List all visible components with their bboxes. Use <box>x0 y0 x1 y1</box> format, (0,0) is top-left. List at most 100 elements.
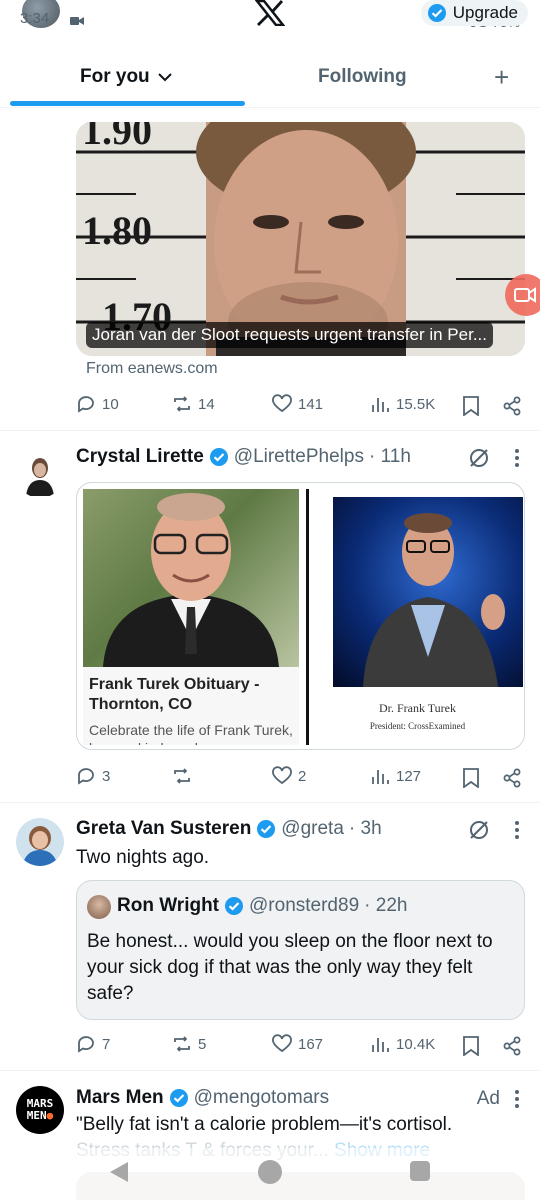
link-card-image[interactable]: 1.90 1.80 1.70 Joran van der Sloot reque… <box>76 122 525 356</box>
recent-apps-icon[interactable] <box>410 1161 430 1181</box>
author-name[interactable]: Greta Van Susteren <box>76 818 251 840</box>
tab-for-you[interactable]: For you <box>80 66 172 88</box>
author-name[interactable]: Crystal Lirette <box>76 446 204 468</box>
repost-icon <box>174 768 190 784</box>
add-tab-icon[interactable]: + <box>494 62 509 93</box>
views-button[interactable]: 127 <box>370 766 421 786</box>
avatar-crystal-lirette[interactable] <box>16 450 64 498</box>
views-chart-icon <box>372 398 389 412</box>
author-name[interactable]: Mars Men <box>76 1087 164 1109</box>
avatar-mars-men[interactable]: MARS MEN● <box>16 1086 64 1134</box>
reply-icon <box>78 1036 94 1053</box>
more-options-icon[interactable] <box>514 821 520 839</box>
link-card-caption: Joran van der Sloot requests urgent tran… <box>86 322 493 348</box>
views-button[interactable]: 10.4K <box>370 1034 435 1054</box>
upgrade-button[interactable]: Upgrade <box>420 0 528 26</box>
repost-count: 5 <box>198 1035 207 1053</box>
screen-record-button[interactable] <box>505 274 540 316</box>
like-count: 167 <box>298 1035 324 1053</box>
card-divider <box>306 489 309 745</box>
views-count: 15.5K <box>396 395 436 413</box>
obituary-title: Frank Turek Obituary - Thornton, CO <box>89 676 260 713</box>
views-chart-icon <box>372 770 389 784</box>
verified-badge-icon <box>169 1089 188 1107</box>
quote-header: Ron Wright @ronsterd89 · 22h <box>117 895 407 917</box>
quote-text: Be honest... would you sleep on the floo… <box>87 931 493 1004</box>
quote-author-handle: @ronsterd89 <box>249 895 360 916</box>
heart-icon <box>272 1034 292 1053</box>
like-button[interactable]: 167 <box>272 1034 323 1054</box>
quoted-post[interactable]: Ron Wright @ronsterd89 · 22h Be honest..… <box>76 880 525 1020</box>
frank-turek-card[interactable]: Frank Turek Obituary - Thornton, CO Cele… <box>76 482 525 750</box>
video-record-icon <box>70 17 84 25</box>
share-icon[interactable] <box>502 396 522 416</box>
views-button[interactable]: 15.5K <box>370 394 435 414</box>
active-tab-indicator <box>10 101 245 106</box>
home-icon[interactable] <box>258 1160 282 1184</box>
speaker-name-caption: Dr. Frank Turek <box>378 701 456 715</box>
grok-icon[interactable] <box>468 447 490 469</box>
post-actions: 7 5 167 10.4K <box>76 1034 526 1060</box>
post-actions: 10 14 141 15.5K <box>76 394 526 420</box>
quote-author-name: Ron Wright <box>117 895 220 916</box>
post-time: · 3h <box>348 818 382 839</box>
heart-icon <box>272 394 292 413</box>
like-button[interactable]: 141 <box>272 394 323 414</box>
share-icon[interactable] <box>502 1036 522 1056</box>
upgrade-label: Upgrade <box>452 3 518 22</box>
repost-button[interactable]: 14 <box>172 394 215 414</box>
repost-button[interactable] <box>172 766 198 786</box>
speaker-role-caption: President: CrossExamined <box>369 721 466 731</box>
bookmark-icon[interactable] <box>462 1036 480 1056</box>
system-nav-bar <box>0 1148 540 1200</box>
reply-icon <box>78 396 94 413</box>
post-time: · 11h <box>368 446 411 467</box>
views-count: 127 <box>396 767 422 785</box>
top-header: 3:34 5G 75% Upgrade For you Following + <box>0 0 540 108</box>
x-logo-icon[interactable] <box>255 0 285 26</box>
author-handle[interactable]: @mengotomars <box>194 1087 329 1109</box>
video-camera-icon <box>514 287 536 303</box>
quote-time: · 22h <box>364 895 408 916</box>
repost-count: 14 <box>198 395 215 413</box>
reply-button[interactable]: 10 <box>76 394 119 414</box>
repost-icon <box>174 1036 190 1052</box>
avatar-text-men: MEN <box>26 1109 47 1122</box>
verified-badge-icon <box>427 4 446 22</box>
views-count: 10.4K <box>396 1035 436 1053</box>
repost-button[interactable]: 5 <box>172 1034 206 1054</box>
repost-icon <box>174 396 190 412</box>
bookmark-icon[interactable] <box>462 396 480 416</box>
share-icon[interactable] <box>502 768 522 788</box>
reply-button[interactable]: 3 <box>76 766 110 786</box>
grok-icon[interactable] <box>468 819 490 841</box>
reply-count: 3 <box>102 767 111 785</box>
post-actions: 3 2 127 <box>76 766 526 792</box>
verified-badge-icon <box>257 820 276 838</box>
author-handle[interactable]: @greta <box>281 818 344 840</box>
avatar-greta[interactable] <box>16 818 64 866</box>
post-header: Crystal Lirette @LirettePhelps · 11h <box>76 446 411 468</box>
more-options-icon[interactable] <box>514 449 520 467</box>
like-button[interactable]: 2 <box>272 766 306 786</box>
frank-turek-photo-left <box>83 489 299 667</box>
post-header: Greta Van Susteren @greta · 3h <box>76 818 382 840</box>
like-count: 2 <box>298 767 307 785</box>
reply-count: 7 <box>102 1035 111 1053</box>
height-label-190: 1.90 <box>82 122 152 153</box>
author-handle[interactable]: @LirettePhelps <box>234 446 364 468</box>
back-icon[interactable] <box>108 1160 130 1184</box>
avatar-text-men-row: MEN● <box>26 1109 54 1122</box>
reply-icon <box>78 768 94 785</box>
ad-label: Ad <box>476 1088 500 1109</box>
tab-following[interactable]: Following <box>318 66 407 88</box>
ad-text: "Belly fat isn't a calorie problem—it's … <box>76 1114 453 1135</box>
chevron-down-icon <box>157 73 172 82</box>
bookmark-icon[interactable] <box>462 768 480 788</box>
link-source[interactable]: From eanews.com <box>86 360 218 378</box>
more-options-icon[interactable] <box>514 1090 520 1108</box>
heart-icon <box>272 766 292 785</box>
reply-button[interactable]: 7 <box>76 1034 110 1054</box>
obituary-panel: Frank Turek Obituary - Thornton, CO Cele… <box>83 489 299 745</box>
height-label-180: 1.80 <box>82 208 152 253</box>
